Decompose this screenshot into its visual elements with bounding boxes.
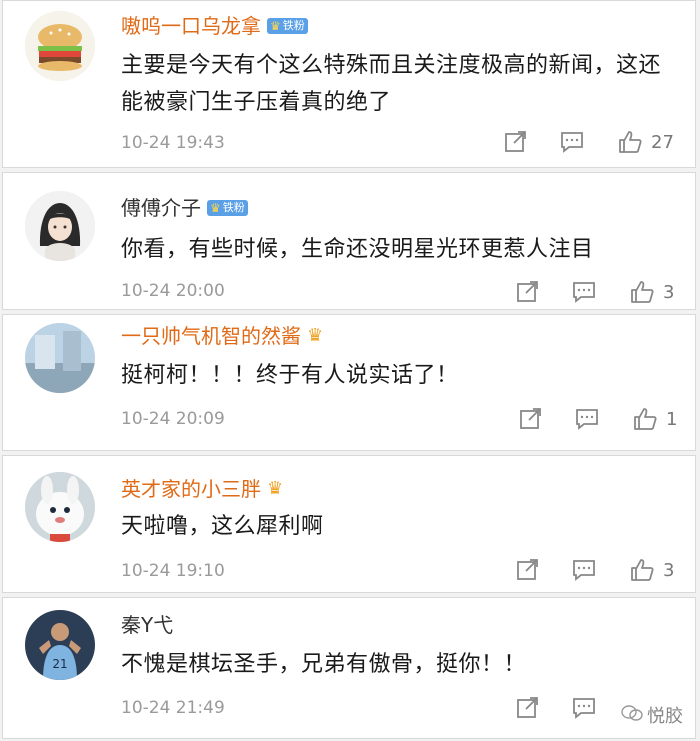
fan-badge: ♛ 铁粉	[267, 18, 308, 34]
fan-badge-label: 铁粉	[222, 201, 245, 214]
timestamp: 10-24 19:43	[121, 133, 225, 153]
comment-card: 嗷呜一口乌龙拿 ♛ 铁粉 主要是今天有个这么特殊而且关注度极高的新闻，这还能被豪门…	[2, 0, 696, 168]
like-count: 27	[651, 131, 674, 153]
username[interactable]: 一只帅气机智的然酱	[121, 323, 301, 349]
thumbs-up-icon[interactable]	[617, 129, 643, 155]
share-icon[interactable]	[503, 129, 529, 155]
photo-avatar-icon	[25, 323, 95, 393]
share-icon[interactable]	[515, 557, 541, 583]
comment-text: 天啦噜，这么犀利啊	[121, 514, 324, 539]
crown-icon: ♛	[270, 19, 281, 33]
fan-badge: ♛ 铁粉	[207, 200, 248, 216]
avatar[interactable]	[25, 323, 95, 393]
like-count: 3	[663, 559, 675, 581]
athlete-avatar-icon: 21	[25, 610, 95, 680]
like-count: 3	[663, 281, 675, 303]
avatar[interactable]	[25, 472, 95, 542]
thumbs-up-icon[interactable]	[629, 279, 655, 305]
avatar[interactable]	[25, 11, 95, 81]
avatar[interactable]	[25, 191, 95, 261]
share-icon[interactable]	[515, 695, 541, 721]
timestamp: 10-24 21:49	[121, 698, 225, 718]
crown-icon: ♛	[267, 478, 284, 499]
crown-icon: ♛	[307, 325, 324, 346]
comment-text: 你看，有些时候，生命还没明星光环更惹人注目	[121, 237, 594, 262]
burger-avatar-icon	[25, 11, 95, 81]
comment-icon[interactable]	[574, 406, 600, 432]
watermark-text: 悦胶	[647, 706, 683, 727]
thumbs-up-icon[interactable]	[629, 557, 655, 583]
comment-icon[interactable]	[571, 279, 597, 305]
share-icon[interactable]	[518, 406, 544, 432]
share-icon[interactable]	[515, 279, 541, 305]
username[interactable]: 英才家的小三胖	[121, 476, 261, 502]
comment-text: 不愧是棋坛圣手，兄弟有傲骨，挺你！！	[121, 652, 527, 677]
username[interactable]: 嗷呜一口乌龙拿	[121, 13, 261, 39]
svg-text:21: 21	[52, 657, 67, 671]
avatar[interactable]: 21	[25, 610, 95, 680]
crown-icon: ♛	[210, 201, 221, 215]
comment-card: 英才家的小三胖 ♛ 天啦噜，这么犀利啊 10-24 19:10 3	[2, 455, 696, 593]
comment-text: 挺柯柯！！！终于有人说实话了！	[121, 363, 459, 388]
comment-text: 主要是今天有个这么特殊而且关注度极高的新闻，这还能被豪门生子压着真的绝了	[121, 53, 662, 115]
comment-card: 21 秦Y弋 不愧是棋坛圣手，兄弟有傲骨，挺你！！ 10-24 21:49 悦胶	[2, 597, 696, 739]
thumbs-up-icon[interactable]	[632, 406, 658, 432]
username[interactable]: 秦Y弋	[121, 612, 173, 638]
wechat-icon	[621, 704, 643, 727]
like-count: 1	[666, 408, 678, 430]
anime-girl-avatar-icon	[25, 191, 95, 261]
bunny-avatar-icon	[25, 472, 95, 542]
fan-badge-label: 铁粉	[282, 19, 305, 32]
timestamp: 10-24 20:09	[121, 409, 225, 429]
username[interactable]: 傅傅介子	[121, 195, 201, 221]
timestamp: 10-24 19:10	[121, 561, 225, 581]
watermark: 悦胶	[621, 702, 683, 728]
comment-icon[interactable]	[571, 695, 597, 721]
comment-icon[interactable]	[559, 129, 585, 155]
comment-icon[interactable]	[571, 557, 597, 583]
comment-card: 傅傅介子 ♛ 铁粉 你看，有些时候，生命还没明星光环更惹人注目 10-24 20:…	[2, 172, 696, 310]
comment-card: 一只帅气机智的然酱 ♛ 挺柯柯！！！终于有人说实话了！ 10-24 20:09 …	[2, 314, 696, 451]
timestamp: 10-24 20:00	[121, 281, 225, 301]
